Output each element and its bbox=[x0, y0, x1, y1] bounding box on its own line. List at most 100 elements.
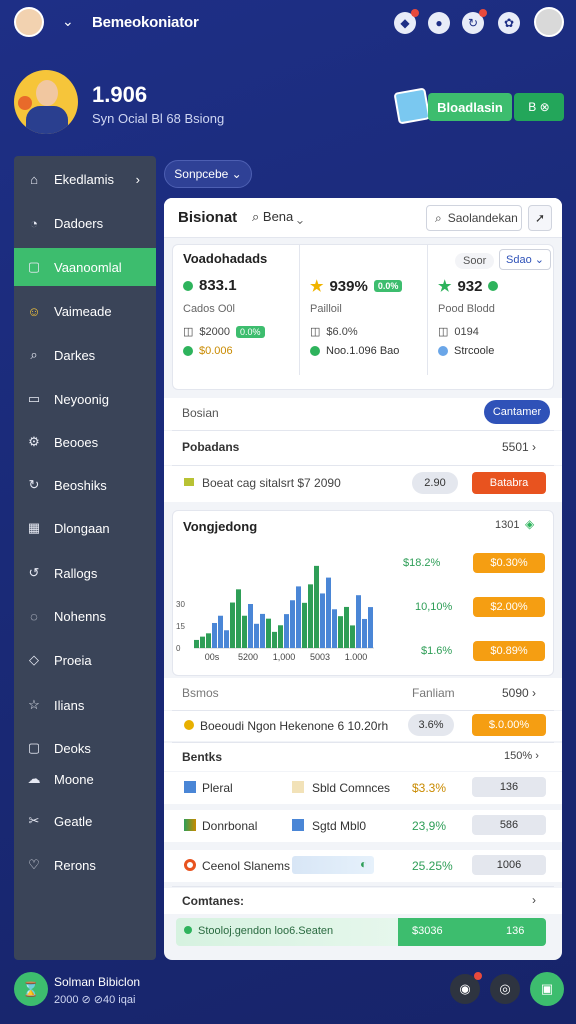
legend-value-0: $18.2% bbox=[403, 557, 441, 569]
comments-footer-text: Stooloj.gendon loo6.Seaten bbox=[198, 925, 334, 937]
bar-chart-icon bbox=[184, 819, 196, 831]
chart-bar bbox=[224, 630, 229, 648]
stat-line3: Strcoole bbox=[438, 345, 494, 357]
sidebar-item-7[interactable]: ↻ Beoshiks bbox=[14, 466, 156, 504]
sidebar-item-10[interactable]: ◌ Nohenns bbox=[14, 597, 156, 635]
sidebar-item-0[interactable]: ⌂ Ekedlamis › bbox=[14, 160, 156, 198]
stat-line3-text: Strcoole bbox=[454, 345, 495, 357]
chart-bar bbox=[266, 618, 271, 648]
calendar-icon: ▦ bbox=[27, 520, 41, 535]
chat-fab-icon[interactable]: ◎ bbox=[490, 974, 520, 1004]
stat-line2-text: $6.0% bbox=[326, 325, 358, 338]
refresh-icon[interactable]: ↻ bbox=[462, 9, 487, 34]
star-icon: ★ bbox=[438, 278, 452, 295]
stat-card-0: 833.1 Cados O0l ◫ $2000 0.0% $0.006 bbox=[173, 245, 297, 375]
primary-action-button[interactable]: Bloadlasin bbox=[428, 93, 512, 121]
main-panel: Bisionat ⌕ Bena ⌄ ⌕ Saolandekan ➚ Voadoha… bbox=[164, 198, 562, 960]
sidebar-item-4[interactable]: ⌕ Darkes bbox=[14, 336, 156, 374]
row-name: Donrbonal bbox=[202, 819, 258, 833]
chart-bar bbox=[320, 593, 325, 648]
row-name: Pleral bbox=[202, 781, 233, 795]
coin-icon bbox=[184, 720, 194, 730]
batabra-badge[interactable]: Batabra bbox=[472, 472, 546, 494]
filter-dropdown[interactable]: Sonpcebe ⌄ bbox=[164, 160, 252, 188]
sidebar-item-15[interactable]: ✂ Geatle bbox=[14, 802, 156, 840]
section-boeoudi: Boeoudi Ngon Hekenone 6 10.20rh 3.6% $.0… bbox=[164, 711, 562, 741]
sidebar-item-3[interactable]: ☺ Vaimeade bbox=[14, 292, 156, 330]
green-dot-icon bbox=[184, 926, 192, 934]
sidebar-item-label: Dadoers bbox=[54, 215, 104, 231]
target-icon bbox=[184, 859, 196, 871]
chart-bar bbox=[230, 602, 235, 648]
search-icon: ⌕ bbox=[252, 209, 263, 224]
overview-card: Voadohadads Soor Sdao ⌄ 833.1 Cados O0l … bbox=[172, 244, 554, 390]
stat-line2: ◫ $6.0% bbox=[310, 325, 358, 339]
chat-icon: ◌ bbox=[30, 608, 38, 624]
footer-user-subtitle: 2000 ⊘ ⊘40 iqai bbox=[54, 994, 136, 1006]
settings-icon[interactable]: ✿ bbox=[498, 12, 520, 34]
details-row[interactable]: Pleral Sbld Comnces $3.3% 136 bbox=[164, 772, 562, 804]
bell-icon[interactable]: ◆ bbox=[394, 9, 419, 34]
green-dot-icon bbox=[310, 346, 320, 356]
save-fab-icon[interactable]: ▣ bbox=[530, 972, 564, 1006]
top-bar: ⌄ Bemeokoniator ◆ ● ↻ ✿ bbox=[0, 0, 576, 46]
search-input[interactable]: ⌕ Saolandekan bbox=[426, 205, 522, 231]
stat-label: Cados O0l bbox=[183, 303, 235, 315]
sidebar-item-14[interactable]: ☁ Moone bbox=[14, 760, 156, 798]
pin-icon[interactable]: ➚ bbox=[528, 205, 552, 231]
value-pill: 3.6% bbox=[408, 714, 454, 736]
section-bsmos[interactable]: Bsmos Fanliam 5090 › bbox=[164, 678, 562, 710]
cantamer-button[interactable]: Cantamer bbox=[484, 400, 550, 424]
check-icon bbox=[488, 281, 499, 291]
sidebar-item-5[interactable]: ▭ Neyoonig bbox=[14, 380, 156, 418]
y-tick-label: 30 bbox=[176, 600, 185, 609]
sidebar-item-16[interactable]: ♡ Rerons bbox=[14, 846, 156, 884]
value-pill: 2.90 bbox=[412, 472, 458, 494]
profile-avatar-top[interactable] bbox=[534, 7, 564, 37]
notification-fab-icon[interactable]: ◉ bbox=[450, 972, 482, 1004]
chevron-right-icon: › bbox=[135, 171, 140, 187]
sidebar-item-8[interactable]: ▦ Dlongaan bbox=[14, 509, 156, 547]
details-row[interactable]: Ceenol Slanems ◐ 25.25% 1006 bbox=[164, 850, 562, 882]
chart-bar bbox=[362, 618, 367, 648]
row-pct: 25.25% bbox=[412, 859, 453, 873]
orange-badge[interactable]: $.0.00% bbox=[472, 714, 546, 736]
sidebar-item-label: Dlongaan bbox=[54, 520, 110, 536]
notification-dot bbox=[479, 9, 487, 17]
section-right: 5501 › bbox=[502, 440, 537, 454]
user-avatar[interactable] bbox=[14, 7, 44, 37]
square-icon: ▢ bbox=[27, 259, 41, 274]
row-value: 586 bbox=[472, 815, 546, 835]
details-row[interactable]: Donrbonal Sgtd Mbl0 23,9% 586 bbox=[164, 810, 562, 842]
sidebar-item-9[interactable]: ↺ Rallogs bbox=[14, 554, 156, 592]
sidebar-item-6[interactable]: ⚙ Beooes bbox=[14, 423, 156, 461]
section-pobadans[interactable]: Pobadans 5501 › bbox=[164, 431, 562, 465]
comments-header[interactable]: Comtanes: › bbox=[164, 888, 562, 914]
comments-footer-bar[interactable]: Stooloj.gendon loo6.Seaten $3036 136 bbox=[176, 918, 546, 946]
sidebar-item-label: Neyoonig bbox=[54, 391, 109, 407]
details-header[interactable]: Bentks 150% › bbox=[164, 743, 562, 771]
smile-icon: ☺ bbox=[27, 303, 41, 319]
square-icon bbox=[292, 819, 304, 831]
sidebar-item-2[interactable]: ▢ Vaanoomlal bbox=[14, 248, 156, 286]
chart-bar bbox=[308, 584, 313, 648]
secondary-action-button[interactable]: B ⊗ bbox=[514, 93, 564, 121]
chart-bar bbox=[278, 625, 283, 648]
hourglass-icon[interactable]: ⌛ bbox=[14, 972, 48, 1006]
info-icon[interactable]: ● bbox=[428, 12, 450, 34]
chart-title: Vongjedong bbox=[183, 519, 258, 534]
section-label: Boeoudi Ngon Hekenone 6 10.20rh bbox=[200, 719, 389, 733]
chevron-down-icon[interactable]: ⌄ bbox=[62, 13, 74, 30]
x-tick-label: 5003 bbox=[310, 652, 330, 662]
sidebar-item-12[interactable]: ☆ Ilians bbox=[14, 686, 156, 724]
search-placeholder: Saolandekan bbox=[447, 211, 518, 225]
chart-bar bbox=[302, 602, 307, 648]
section-label: Pobadans bbox=[182, 440, 240, 454]
sidebar-item-1[interactable]: ◔ Dadoers bbox=[14, 204, 156, 242]
panel-search-dropdown[interactable]: ⌕ Bena ⌄ bbox=[252, 209, 303, 225]
chart-bar bbox=[218, 615, 223, 648]
chart-bar bbox=[248, 604, 253, 648]
row-pct: $3.3% bbox=[412, 781, 447, 795]
sidebar-item-11[interactable]: ◇ Proeia bbox=[14, 641, 156, 679]
flag-icon bbox=[184, 478, 194, 486]
